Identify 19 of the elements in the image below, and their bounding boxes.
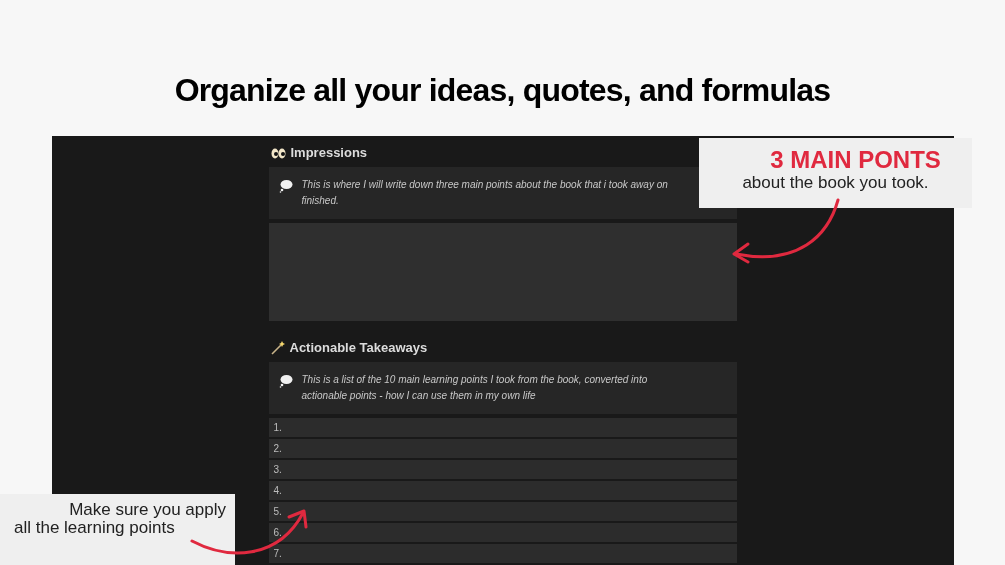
list-row: 6. xyxy=(268,523,737,542)
list-row: 7. xyxy=(268,544,737,563)
list-row: 2. xyxy=(268,439,737,458)
callout-text: This is where I will write down three main points about the book that i took away on finished. xyxy=(301,178,668,208)
annotation-headline: 3 MAIN PONTS xyxy=(770,147,941,173)
annotation-text: about the book you took. xyxy=(742,173,929,193)
eyes-icon xyxy=(270,147,286,159)
page-title: Organize all your ideas, quotes, and formulas xyxy=(174,71,831,110)
thought-bubble-icon xyxy=(278,179,293,193)
list-row: 1. xyxy=(268,418,737,437)
list-row: 3. xyxy=(268,460,737,479)
section-heading: Actionable Takeaways xyxy=(289,339,428,358)
list-row: 5. xyxy=(268,502,737,521)
wand-icon xyxy=(270,341,285,355)
thought-bubble-icon xyxy=(278,374,293,388)
callout-text: This is a list of the 10 main learning points I took from the book, converted into actionable points - how I can use them in my own life xyxy=(301,373,648,403)
section-heading: Impressions xyxy=(290,144,368,163)
annotation-text: Make sure you apply all the learning points xyxy=(14,501,226,537)
list-row: 4. xyxy=(268,481,737,500)
